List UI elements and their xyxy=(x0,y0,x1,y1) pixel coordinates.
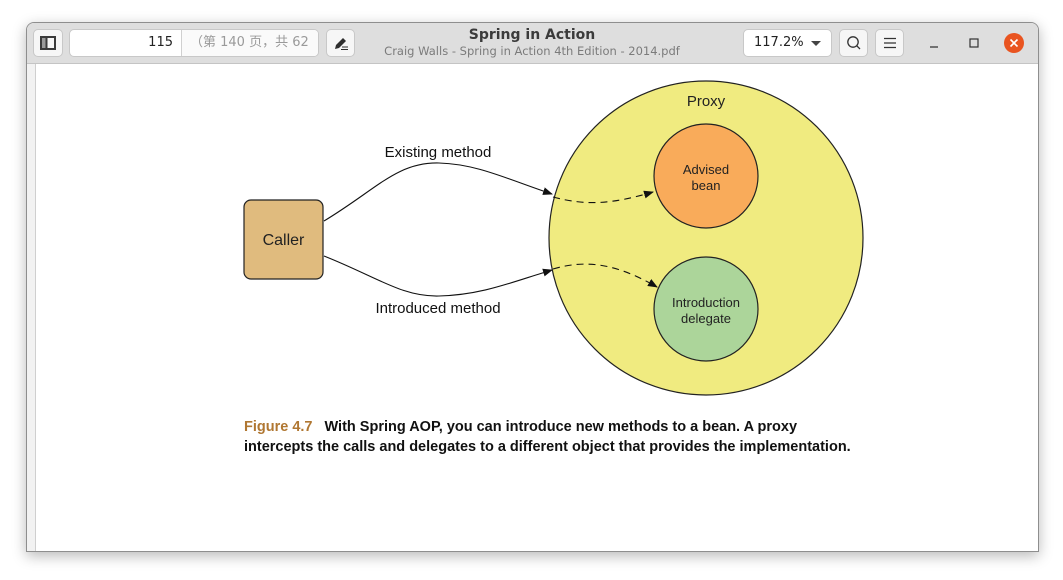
annotate-button[interactable] xyxy=(326,29,355,57)
pencil-icon xyxy=(334,38,348,50)
advised-bean-label-line2: bean xyxy=(692,178,721,193)
existing-method-arrow xyxy=(323,162,553,222)
menu-button[interactable] xyxy=(875,29,904,57)
page-entry[interactable]: 115 （第 140 页，共 62 xyxy=(69,29,319,57)
hamburger-icon xyxy=(883,37,896,49)
document-page-area: Proxy Advised bean Introduction delegate… xyxy=(27,64,1038,551)
figure-label: Figure 4.7 xyxy=(244,419,313,435)
introduced-method-arrow xyxy=(323,255,553,297)
search-button[interactable] xyxy=(839,29,868,57)
header-bar: 115 （第 140 页，共 62 Spring in Action Craig… xyxy=(27,23,1038,64)
page-number-input[interactable]: 115 xyxy=(70,30,182,56)
window-subtitle: Craig Walls - Spring in Action 4th Editi… xyxy=(384,44,680,58)
advised-bean-label-line1: Advised xyxy=(683,162,729,177)
window-title: Spring in Action xyxy=(468,27,596,43)
figure-caption: Figure 4.7 With Spring AOP, you can intro… xyxy=(244,417,944,457)
sidebar-toggle-button[interactable] xyxy=(33,29,63,57)
minimize-icon xyxy=(930,46,938,48)
existing-method-label: Existing method xyxy=(385,144,492,161)
close-button[interactable] xyxy=(1004,33,1024,53)
caller-label: Caller xyxy=(263,232,305,249)
maximize-icon xyxy=(969,38,979,48)
minimize-button[interactable] xyxy=(924,33,944,53)
delegate-label-line2: delegate xyxy=(681,311,731,326)
aop-introduction-diagram: Proxy Advised bean Introduction delegate… xyxy=(243,80,864,396)
caption-text-line2: intercepts the calls and delegates to a … xyxy=(244,439,851,455)
window-title-block: Spring in Action Craig Walls - Spring in… xyxy=(357,27,707,59)
page-total-label: （第 140 页，共 62 xyxy=(182,30,318,56)
delegate-label-line1: Introduction xyxy=(672,295,740,310)
proxy-label: Proxy xyxy=(687,93,726,110)
sidebar-icon xyxy=(40,36,56,50)
search-icon xyxy=(846,36,860,50)
caption-text-line1: With Spring AOP, you can introduce new m… xyxy=(324,419,798,435)
close-icon xyxy=(1009,38,1019,48)
caption-line-1: Figure 4.7 With Spring AOP, you can intro… xyxy=(244,417,944,437)
introduced-method-label: Introduced method xyxy=(375,300,500,317)
zoom-select[interactable]: 117.2% xyxy=(743,29,832,57)
maximize-button[interactable] xyxy=(964,33,984,53)
zoom-level: 117.2% xyxy=(754,35,804,50)
chevron-down-icon xyxy=(811,41,821,46)
document-viewer-window: 115 （第 140 页，共 62 Spring in Action Craig… xyxy=(26,22,1039,552)
